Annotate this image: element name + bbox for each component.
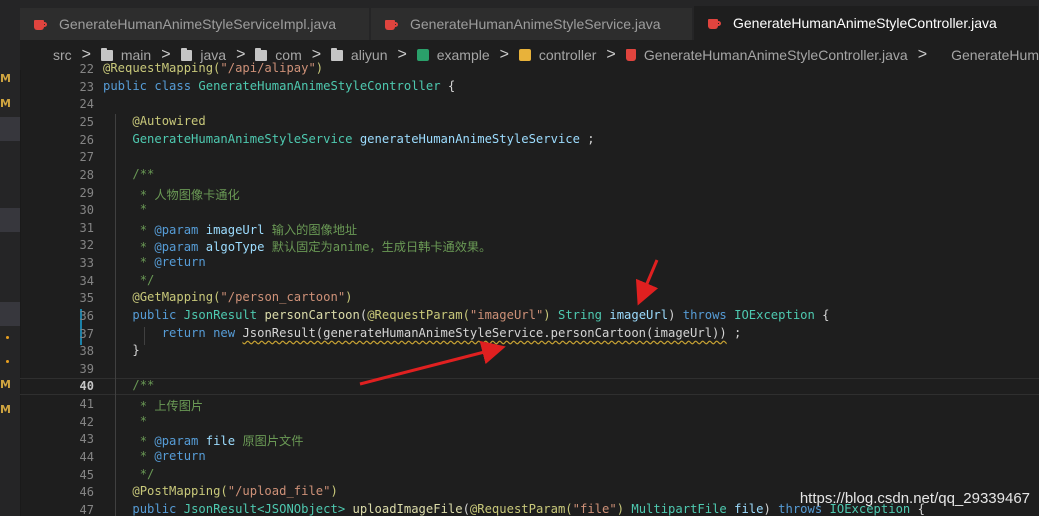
java-file-icon [708, 17, 721, 30]
code-line: return new JsonResult(generateHumanAnime… [161, 326, 742, 340]
code-editor[interactable]: 22 23 24 25 26 27 28 29 30 31 32 33 34 3… [20, 62, 1039, 516]
line-number: 28 [79, 168, 94, 182]
left-sidebar-strip: M M M M [0, 0, 21, 516]
code-line: * [132, 202, 148, 216]
folder-icon [101, 47, 113, 61]
code-line: @RequestMapping("/api/alipay") [103, 62, 324, 75]
line-number: 24 [79, 97, 94, 111]
line-number: 46 [79, 485, 94, 499]
code-line: @PostMapping("/upload_file") [132, 484, 338, 498]
code-line: @GetMapping("/person_cartoon") [132, 290, 353, 304]
line-number-current: 40 [79, 379, 94, 393]
line-number: 44 [79, 450, 94, 464]
line-number: 37 [79, 327, 94, 341]
code-line: * @param imageUrl 输入的图像地址 [132, 223, 358, 237]
line-number: 31 [79, 221, 94, 235]
code-line: public JsonResult personCartoon(@Request… [132, 308, 830, 322]
tab-service-impl[interactable]: GenerateHumanAnimeStyleServiceImpl.java [20, 8, 370, 40]
breadcrumb-item[interactable]: GenerateHumanAnimeStyleController.java [644, 47, 908, 63]
line-number: 25 [79, 115, 94, 129]
breadcrumb-item[interactable]: aliyun [351, 47, 388, 63]
controller-folder-icon [518, 49, 531, 61]
line-number: 22 [79, 62, 94, 76]
breadcrumb-item[interactable]: main [121, 47, 151, 63]
breadcrumb-item[interactable]: example [437, 47, 490, 63]
code-line: * 上传图片 [132, 399, 204, 413]
folder-icon [255, 47, 268, 61]
folder-icon [331, 47, 343, 61]
breadcrumb-item[interactable]: java [200, 47, 226, 63]
editor-tab-bar: GenerateHumanAnimeStyleServiceImpl.java … [20, 0, 1039, 40]
modified-marker: M [0, 97, 11, 110]
java-file-icon [625, 49, 636, 61]
line-number: 39 [79, 362, 94, 376]
code-line: @Autowired [132, 114, 206, 128]
modified-marker: M [0, 403, 11, 416]
line-number: 32 [79, 238, 94, 252]
breadcrumb-item[interactable]: GenerateHum [951, 47, 1039, 63]
sidebar-selected-row[interactable] [0, 302, 20, 326]
package-icon [416, 49, 429, 61]
sidebar-selected-row[interactable] [0, 208, 20, 232]
tab-label: GenerateHumanAnimeStyleService.java [410, 16, 661, 32]
code-line: * @param algoType 默认固定为anime，生成日韩卡通效果。 [132, 240, 492, 254]
tab-label: GenerateHumanAnimeStyleController.java [733, 15, 997, 31]
modified-marker: M [0, 72, 11, 85]
code-line: } [132, 343, 140, 357]
line-number: 27 [79, 150, 94, 164]
code-line: * @return [132, 449, 206, 463]
tab-controller[interactable]: GenerateHumanAnimeStyleController.java [694, 6, 1039, 40]
code-line: GenerateHumanAnimeStyleService generateH… [132, 132, 595, 146]
line-number: 35 [79, 291, 94, 305]
code-line: /** [132, 167, 155, 181]
breadcrumb-item[interactable]: com [275, 47, 301, 63]
line-number: 41 [79, 397, 94, 411]
line-number: 47 [79, 503, 94, 516]
code-line: * @return [132, 255, 206, 269]
code-line: * @param file 原图片文件 [132, 434, 304, 448]
code-line: */ [132, 273, 155, 287]
code-line: */ [132, 467, 155, 481]
tab-service[interactable]: GenerateHumanAnimeStyleService.java [371, 8, 693, 40]
code-line: public class GenerateHumanAnimeStyleCont… [103, 79, 456, 93]
line-number: 26 [79, 133, 94, 147]
line-number: 43 [79, 432, 94, 446]
status-dot [6, 360, 9, 363]
line-number: 45 [79, 468, 94, 482]
current-line-highlight [20, 378, 1039, 395]
line-number: 34 [79, 274, 94, 288]
breadcrumb-item[interactable]: src [53, 47, 72, 63]
status-dot [6, 336, 9, 339]
line-number: 23 [79, 80, 94, 94]
watermark-text: https://blog.csdn.net/qq_29339467 [799, 490, 1030, 507]
code-line: * 人物图像卡通化 [132, 188, 240, 202]
tab-label: GenerateHumanAnimeStyleServiceImpl.java [59, 16, 337, 32]
modified-marker: M [0, 378, 11, 391]
breadcrumb-item[interactable]: controller [539, 47, 597, 63]
java-file-icon [34, 18, 47, 31]
line-number: 29 [79, 186, 94, 200]
java-file-icon [385, 18, 398, 31]
folder-icon [180, 47, 193, 61]
code-line: * [132, 414, 148, 428]
line-number: 42 [79, 415, 94, 429]
code-line: /** [132, 378, 155, 392]
line-number: 36 [79, 309, 94, 323]
line-number: 30 [79, 203, 94, 217]
line-number: 33 [79, 256, 94, 270]
line-number: 38 [79, 344, 94, 358]
sidebar-selected-row[interactable] [0, 117, 20, 141]
